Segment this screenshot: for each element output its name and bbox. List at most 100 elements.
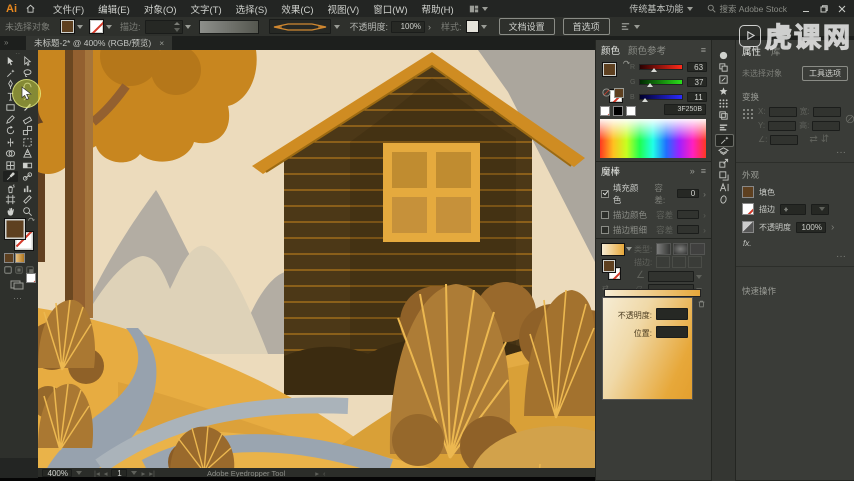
- color-mode-gradient[interactable]: [15, 253, 25, 263]
- dock-character-icon[interactable]: [715, 182, 732, 193]
- dock-color-icon[interactable]: [715, 50, 732, 61]
- tolerance-chevron-icon[interactable]: ›: [703, 225, 706, 235]
- dock-artboards-icon[interactable]: [715, 170, 732, 181]
- zoom-level-field[interactable]: 400%: [42, 469, 72, 477]
- hex-field[interactable]: 3F250B: [664, 104, 706, 115]
- constrain-proportions-icon[interactable]: [845, 114, 854, 145]
- menu-窗口[interactable]: 窗口(W): [373, 2, 407, 16]
- color-lastcolor-icon[interactable]: [614, 88, 624, 98]
- gradient-angle-field[interactable]: [648, 271, 694, 282]
- gradient-fill-proxy[interactable]: [602, 259, 616, 273]
- tool-scale-icon[interactable]: [20, 125, 35, 136]
- gradient-type-linear[interactable]: [656, 243, 671, 255]
- minimize-button[interactable]: [802, 5, 810, 13]
- dock-symbols-icon[interactable]: [715, 86, 732, 97]
- tool-artboard-icon[interactable]: [3, 194, 18, 205]
- tool-hand-icon[interactable]: [3, 206, 18, 217]
- tool-blend-icon[interactable]: [20, 171, 35, 182]
- wand-collapse-icon[interactable]: »: [690, 166, 695, 176]
- swatch-none[interactable]: [600, 106, 610, 116]
- tool-rotate-icon[interactable]: [3, 125, 18, 136]
- menu-帮助[interactable]: 帮助(H): [422, 2, 454, 16]
- tolerance-field[interactable]: 0: [677, 189, 699, 198]
- tool-options-button[interactable]: 工具选项: [802, 66, 848, 81]
- toolbar-more-icon[interactable]: ···: [13, 293, 22, 303]
- props-stroke-weight[interactable]: [780, 204, 806, 215]
- workspace-switcher[interactable]: 传统基本功能: [629, 2, 693, 15]
- props-opacity-field[interactable]: 100%: [796, 222, 826, 233]
- tool-eraser-icon[interactable]: [20, 114, 35, 125]
- dock-stroke-icon[interactable]: [715, 194, 732, 205]
- tool-pencil-icon[interactable]: [3, 114, 18, 125]
- tool-selection-icon[interactable]: [3, 56, 18, 67]
- flip-vertical-icon[interactable]: ⇵: [821, 134, 829, 145]
- gradient-delete-stop-icon[interactable]: [697, 299, 706, 308]
- slider-handle[interactable]: [647, 83, 653, 87]
- color-spectrum[interactable]: [600, 119, 706, 158]
- preferences-button[interactable]: 首选项: [563, 18, 610, 35]
- dock-pattern-icon[interactable]: [715, 98, 732, 109]
- tolerance-field[interactable]: [677, 210, 699, 219]
- stock-search[interactable]: 搜索 Adobe Stock: [707, 3, 787, 15]
- gradient-stroke-opt2[interactable]: [672, 256, 686, 268]
- gradient-type-freeform[interactable]: [690, 243, 705, 255]
- style-swatch[interactable]: [466, 20, 479, 33]
- slider-handle[interactable]: [651, 68, 657, 72]
- menu-文件[interactable]: 文件(F): [53, 2, 84, 16]
- wand-panel-menu-icon[interactable]: ≡: [701, 166, 706, 176]
- tool-magic-wand-icon[interactable]: [3, 68, 18, 79]
- gradient-stroke-opt1[interactable]: [656, 256, 670, 268]
- document-tab[interactable]: 未标题-2* @ 400% (RGB/预览) ×: [26, 36, 172, 50]
- restore-button[interactable]: [820, 5, 828, 13]
- app-logo[interactable]: Ai: [6, 3, 17, 15]
- channel-value-field[interactable]: 63: [687, 62, 707, 72]
- channel-slider[interactable]: [639, 79, 683, 85]
- channel-slider[interactable]: [639, 64, 683, 70]
- tab-close-icon[interactable]: ×: [159, 38, 164, 48]
- close-button[interactable]: [838, 5, 846, 13]
- props-fill-swatch[interactable]: [742, 186, 754, 198]
- dock-swatches-icon[interactable]: [715, 62, 732, 73]
- tool-free-transform-icon[interactable]: [20, 137, 35, 148]
- tab-properties[interactable]: 属性: [742, 44, 761, 58]
- toolbar-collapse-icon[interactable]: »: [4, 38, 8, 47]
- width-profile-dropdown[interactable]: [199, 20, 259, 34]
- wand-checkbox-2[interactable]: [601, 211, 609, 219]
- transform-more-icon[interactable]: ···: [736, 145, 854, 160]
- channel-value-field[interactable]: 37: [687, 77, 707, 87]
- dock-layers-icon[interactable]: [715, 146, 732, 157]
- tool-gradient-icon[interactable]: [20, 160, 35, 171]
- tool-lasso-icon[interactable]: [20, 68, 35, 79]
- menu-效果[interactable]: 效果(C): [281, 2, 313, 16]
- slider-handle[interactable]: [642, 98, 648, 102]
- tolerance-chevron-icon[interactable]: ›: [703, 210, 706, 220]
- swatch-black[interactable]: [613, 106, 623, 116]
- dock-pathfinder-icon[interactable]: [715, 110, 732, 121]
- channel-slider[interactable]: [639, 94, 683, 100]
- props-stroke-unit[interactable]: [811, 204, 829, 215]
- w-field[interactable]: [813, 107, 841, 117]
- workspace-layout-icon[interactable]: [469, 4, 488, 14]
- menu-编辑[interactable]: 编辑(E): [98, 2, 130, 16]
- dock-align-icon[interactable]: [715, 122, 732, 133]
- brush-definition-dropdown[interactable]: [269, 19, 331, 34]
- dock-brushes-icon[interactable]: [715, 74, 732, 85]
- fill-swatch[interactable]: [60, 19, 75, 34]
- draw-mode-icons[interactable]: [4, 266, 34, 274]
- gradient-opacity-field[interactable]: [656, 308, 688, 320]
- stroke-weight-field[interactable]: [145, 20, 183, 34]
- stroke-swatch[interactable]: [89, 19, 104, 34]
- document-setup-button[interactable]: 文档设置: [499, 18, 555, 35]
- canvas-artboard[interactable]: [38, 50, 595, 470]
- color-fill-proxy[interactable]: [602, 62, 617, 77]
- tab-color-guide[interactable]: 颜色参考: [628, 43, 666, 57]
- tool-perspective-grid-icon[interactable]: [20, 148, 35, 159]
- tab-color[interactable]: 颜色: [601, 43, 620, 57]
- tool-shape-builder-icon[interactable]: [3, 148, 18, 159]
- home-icon[interactable]: [25, 3, 36, 14]
- color-mode-color[interactable]: [4, 253, 14, 263]
- swatch-white[interactable]: [626, 106, 636, 116]
- gradient-location-field[interactable]: [656, 326, 688, 338]
- toolbar-fill-proxy[interactable]: [4, 218, 26, 240]
- menu-视图[interactable]: 视图(V): [328, 2, 360, 16]
